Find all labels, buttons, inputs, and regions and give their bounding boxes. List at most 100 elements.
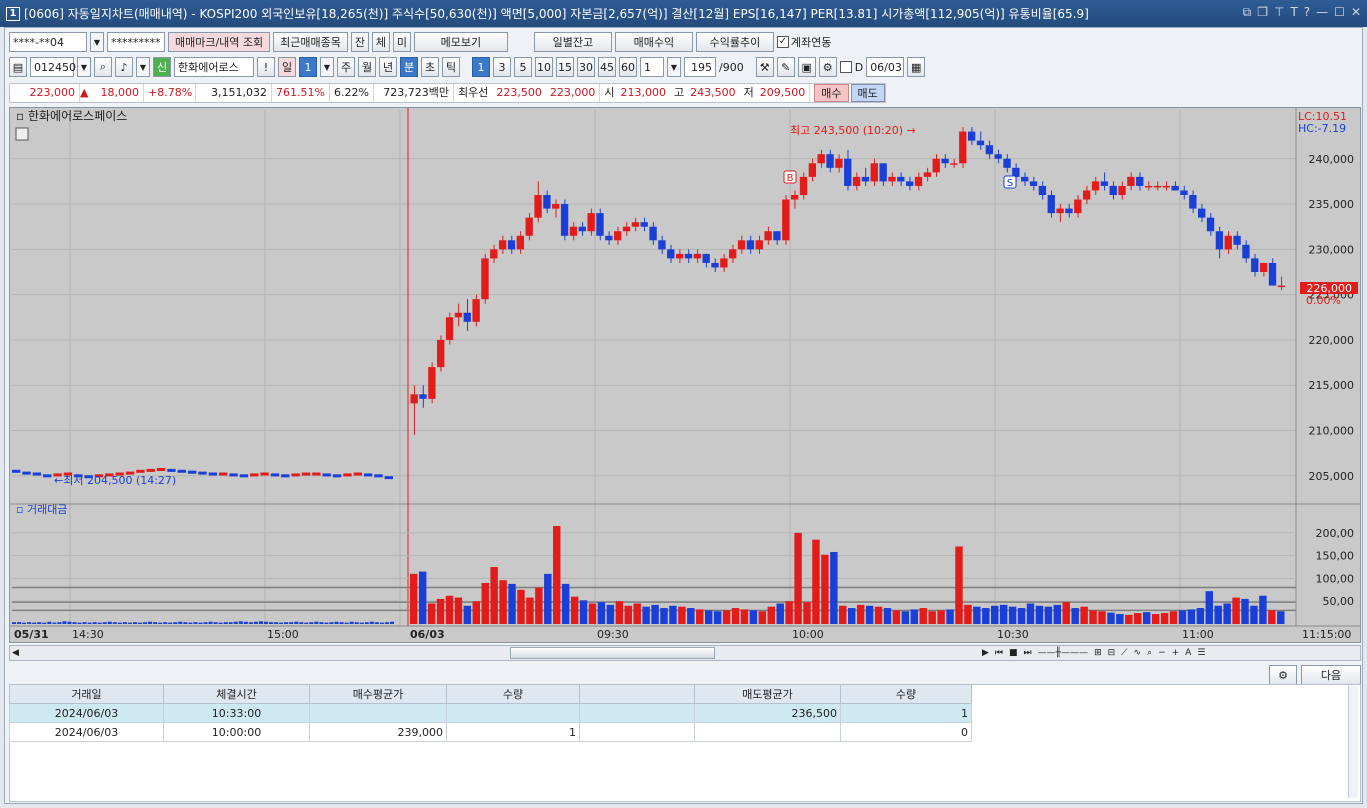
volume-bar — [427, 603, 436, 624]
save-icon[interactable]: ▣ — [797, 57, 816, 77]
period-month[interactable]: 월 — [358, 57, 376, 77]
zoom-slider-icon[interactable]: ——╫——— — [1038, 648, 1088, 658]
credit-badge: 신 — [153, 57, 171, 77]
table-scrollbar[interactable] — [1348, 686, 1358, 798]
period-year[interactable]: 년 — [379, 57, 397, 77]
col-sell-avg[interactable]: 매도평균가 — [694, 684, 841, 704]
period-day-count[interactable]: 1 — [299, 57, 317, 77]
minute-45[interactable]: 45 — [598, 57, 616, 77]
zoom-out-icon[interactable]: − — [1158, 648, 1166, 658]
maximize-icon[interactable]: ☐ — [1334, 5, 1345, 20]
period-second[interactable]: 초 — [421, 57, 439, 77]
minute-10[interactable]: 10 — [535, 57, 553, 77]
account-input[interactable]: ****-**04 — [9, 32, 87, 52]
code-input[interactable]: 012450 — [30, 57, 76, 77]
speaker-dropdown[interactable]: ▼ — [136, 57, 150, 77]
checkbox-icon[interactable]: ✓ — [776, 36, 789, 48]
d-checkbox[interactable] — [839, 61, 852, 73]
daily-balance-button[interactable]: 일별잔고 — [533, 32, 612, 52]
executed-button[interactable]: 체 — [371, 32, 390, 52]
minute-30[interactable]: 30 — [577, 57, 595, 77]
forward-icon[interactable]: ⏭ — [1024, 648, 1032, 658]
candle — [808, 163, 817, 177]
candle — [684, 253, 693, 259]
speaker-icon[interactable]: ♪ — [115, 57, 133, 77]
pending-button[interactable]: 미 — [392, 32, 411, 52]
menu-icon[interactable]: ☰ — [1197, 648, 1205, 658]
period-minute[interactable]: 분 — [400, 57, 418, 77]
account-link-toggle[interactable]: ✓ 계좌연동 — [776, 34, 831, 50]
recent-trades-button[interactable]: 최근매매종목 — [273, 32, 348, 52]
period-tick[interactable]: 틱 — [442, 57, 460, 77]
password-input[interactable]: ********* — [107, 32, 165, 52]
pin-icon[interactable]: ⊤ — [1274, 5, 1284, 20]
layout-icon[interactable]: ▤ — [9, 57, 27, 77]
profit-trend-button[interactable]: 수익률추이 — [695, 32, 774, 52]
minute-60[interactable]: 60 — [619, 57, 637, 77]
candle — [343, 473, 352, 477]
code-dropdown[interactable]: ▼ — [77, 57, 91, 77]
stop-icon[interactable]: ■ — [1009, 648, 1018, 658]
indicator-icon[interactable]: ⚒ — [755, 57, 774, 77]
grid-settings-icon[interactable]: ⚙ — [1269, 665, 1297, 685]
period-week[interactable]: 주 — [337, 57, 355, 77]
scroll-right-icon[interactable]: ▶ — [982, 648, 989, 658]
text-size-icon[interactable]: A — [1185, 648, 1191, 658]
help-icon[interactable]: ? — [1304, 5, 1310, 20]
period-day[interactable]: 일 — [278, 57, 296, 77]
link-icon[interactable]: ⧉ — [1243, 5, 1252, 20]
tile-chart-icon[interactable]: ⊟ — [1108, 648, 1116, 658]
sell-button[interactable]: 매도 — [850, 84, 885, 102]
memo-button[interactable]: 메모보기 — [413, 32, 508, 52]
minute-1[interactable]: 1 — [472, 57, 490, 77]
crosshair-icon[interactable]: ⊞ — [1094, 648, 1102, 658]
col-trade-date[interactable]: 거래일 — [9, 684, 164, 704]
minute-15[interactable]: 15 — [556, 57, 574, 77]
rewind-icon[interactable]: ⏮ — [995, 648, 1003, 658]
search-icon[interactable]: ⌕ — [94, 57, 112, 77]
draw-icon[interactable]: ✎ — [776, 57, 795, 77]
col-blank[interactable] — [579, 684, 695, 704]
volume-bar — [178, 621, 183, 624]
minimize-icon[interactable]: — — [1316, 5, 1328, 20]
tile-icon[interactable]: ❐ — [1257, 5, 1268, 20]
horizontal-scrollbar[interactable]: ◀ ▶ ⏮ ■ ⏭ ——╫——— ⊞ ⊟ ⟋ ∿ ⌕ − + A ☰ — [9, 645, 1361, 661]
text-icon[interactable]: T — [1290, 5, 1297, 20]
next-button[interactable]: 다음 — [1301, 665, 1361, 685]
unit-input[interactable]: 1 — [640, 57, 664, 77]
chart-area[interactable]: 240,000 235,000 230,000 225,000 220,000 215,0… — [9, 107, 1361, 643]
col-sell-qty[interactable]: 수량 — [840, 684, 972, 704]
settings-icon[interactable]: ⚙ — [818, 57, 837, 77]
scroll-controls: ▶ ⏮ ■ ⏭ ——╫——— ⊞ ⊟ ⟋ ∿ ⌕ − + A ☰ — [982, 648, 1205, 658]
unit-dropdown[interactable]: ▼ — [667, 57, 681, 77]
count-input[interactable]: 195 — [684, 57, 716, 77]
calendar-icon[interactable]: ▦ — [907, 57, 926, 77]
table-row[interactable]: 2024/06/03 10:00:00 239,000 1 0 — [9, 722, 972, 742]
scroll-left-icon[interactable]: ◀ — [12, 648, 19, 658]
alert-icon[interactable]: ! — [257, 57, 275, 77]
candle — [1136, 176, 1144, 186]
magnify-icon[interactable]: ⌕ — [1147, 648, 1152, 658]
period-dropdown[interactable]: ▼ — [320, 57, 334, 77]
chart-svg[interactable]: 240,000235,000230,000225,000220,000215,0… — [10, 108, 1360, 642]
buy-button[interactable]: 매수 — [814, 84, 849, 102]
trade-mark-button[interactable]: 매매마크/내역 조회 — [168, 32, 271, 52]
col-exec-time[interactable]: 체결시간 — [163, 684, 310, 704]
trade-profit-button[interactable]: 매매수익 — [614, 32, 693, 52]
col-buy-avg[interactable]: 매수평균가 — [309, 684, 447, 704]
volume-bar — [17, 622, 22, 624]
account-dropdown[interactable]: ▼ — [90, 32, 104, 52]
close-icon[interactable]: ✕ — [1351, 5, 1361, 20]
trendline-icon[interactable]: ⟋ — [1121, 648, 1127, 658]
date-input[interactable]: 06/03 — [866, 57, 905, 77]
zoom-in-icon[interactable]: + — [1172, 648, 1180, 658]
balance-button[interactable]: 잔 — [350, 32, 369, 52]
col-buy-qty[interactable]: 수량 — [446, 684, 580, 704]
table-row[interactable]: 2024/06/03 10:33:00 236,500 1 — [9, 703, 972, 723]
stock-name-field[interactable]: 한화에어로스 — [174, 57, 254, 77]
scroll-thumb[interactable] — [510, 647, 715, 659]
minute-3[interactable]: 3 — [493, 57, 511, 77]
minute-5[interactable]: 5 — [514, 57, 532, 77]
wave-icon[interactable]: ∿ — [1133, 648, 1141, 658]
hc-label: HC:-7.19 — [1298, 122, 1346, 135]
